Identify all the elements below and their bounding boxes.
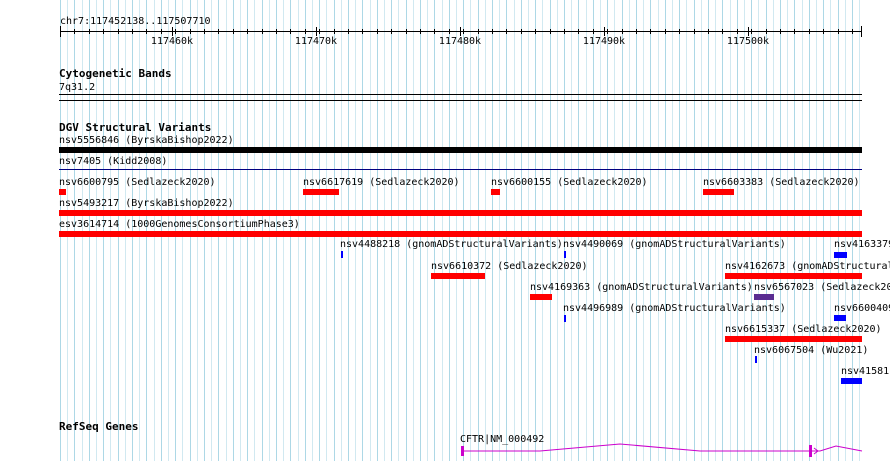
gene-exon [809,445,812,457]
gene-exon [461,446,464,456]
gene-model-cftr[interactable] [0,0,890,461]
gene-intron [812,445,863,452]
gene-intron [464,443,809,452]
